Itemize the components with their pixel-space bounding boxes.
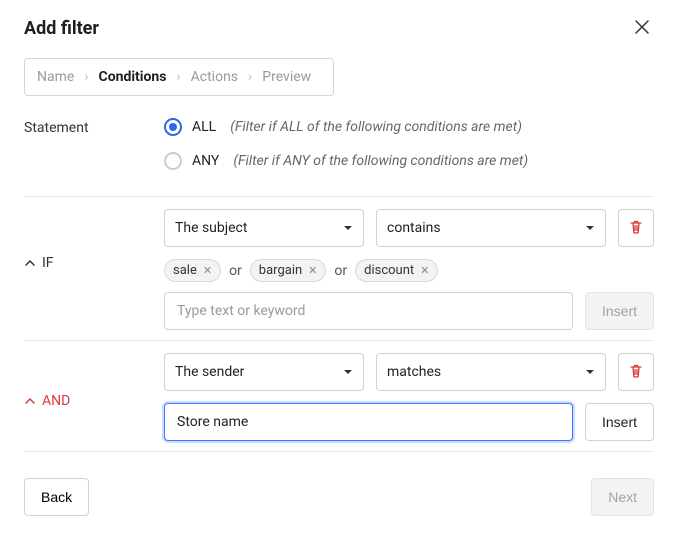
trash-icon <box>628 219 644 238</box>
caret-down-icon <box>585 367 595 377</box>
field-select[interactable]: The sender <box>164 353 364 391</box>
tag: bargain ✕ <box>250 259 327 282</box>
trash-icon <box>628 363 644 382</box>
field-value: The subject <box>175 220 247 236</box>
tag-remove-icon[interactable]: ✕ <box>420 264 429 277</box>
connector-label: AND <box>42 393 70 409</box>
step-actions[interactable]: Actions <box>191 69 238 85</box>
keyword-input[interactable] <box>164 292 573 330</box>
chevron-right-icon: › <box>84 69 88 85</box>
close-button[interactable] <box>630 16 654 40</box>
add-filter-dialog: Add filter Name › Conditions › Actions ›… <box>0 0 678 526</box>
condition-block: IF The subject contains <box>24 209 654 330</box>
insert-label: Insert <box>602 303 637 319</box>
next-label: Next <box>608 489 637 505</box>
caret-down-icon <box>343 223 353 233</box>
next-button[interactable]: Next <box>591 478 654 516</box>
operator-value: contains <box>387 220 441 236</box>
insert-label: Insert <box>602 414 637 430</box>
dialog-title: Add filter <box>24 18 99 39</box>
radio-any-label: ANY <box>192 153 219 169</box>
tag: discount ✕ <box>355 259 438 282</box>
delete-condition-button[interactable] <box>618 353 654 391</box>
insert-button[interactable]: Insert <box>585 403 654 441</box>
divider <box>24 340 654 341</box>
step-name[interactable]: Name <box>37 69 74 85</box>
tag-label: sale <box>173 263 197 278</box>
radio-any-desc: (Filter if ANY of the following conditio… <box>233 153 528 169</box>
keyword-input[interactable] <box>164 403 573 441</box>
radio-all[interactable] <box>164 118 182 136</box>
caret-down-icon <box>585 223 595 233</box>
divider <box>24 196 654 197</box>
radio-all-desc: (Filter if ALL of the following conditio… <box>230 119 522 135</box>
statement-label: Statement <box>24 118 164 136</box>
close-icon <box>635 20 649 37</box>
divider <box>24 451 654 452</box>
step-preview[interactable]: Preview <box>262 69 311 85</box>
statement-option-all[interactable]: ALL (Filter if ALL of the following cond… <box>164 118 654 136</box>
delete-condition-button[interactable] <box>618 209 654 247</box>
or-text: or <box>229 263 242 279</box>
step-indicator: Name › Conditions › Actions › Preview <box>24 58 334 96</box>
statement-option-any[interactable]: ANY (Filter if ANY of the following cond… <box>164 152 654 170</box>
chevron-right-icon: › <box>176 69 180 85</box>
tag-label: bargain <box>259 263 302 278</box>
dialog-footer: Back Next <box>24 464 654 516</box>
field-value: The sender <box>175 364 244 380</box>
chevron-up-icon <box>24 395 36 407</box>
tag-label: discount <box>364 263 414 278</box>
step-conditions[interactable]: Conditions <box>99 69 167 85</box>
tag: sale ✕ <box>164 259 221 282</box>
tag-remove-icon[interactable]: ✕ <box>203 264 212 277</box>
condition-connector[interactable]: AND <box>24 353 164 409</box>
operator-select[interactable]: contains <box>376 209 606 247</box>
radio-all-label: ALL <box>192 119 216 135</box>
back-label: Back <box>41 489 72 505</box>
or-text: or <box>334 263 347 279</box>
field-select[interactable]: The subject <box>164 209 364 247</box>
operator-select[interactable]: matches <box>376 353 606 391</box>
operator-value: matches <box>387 364 441 380</box>
tags-row: sale ✕ or bargain ✕ or discount ✕ <box>164 259 654 282</box>
connector-label: IF <box>42 255 54 271</box>
condition-block: AND The sender matches <box>24 353 654 441</box>
tag-remove-icon[interactable]: ✕ <box>308 264 317 277</box>
condition-connector[interactable]: IF <box>24 209 164 271</box>
radio-any[interactable] <box>164 152 182 170</box>
chevron-up-icon <box>24 257 36 269</box>
insert-button[interactable]: Insert <box>585 292 654 330</box>
statement-row: Statement ALL (Filter if ALL of the foll… <box>24 118 654 186</box>
caret-down-icon <box>343 367 353 377</box>
chevron-right-icon: › <box>248 69 252 85</box>
dialog-header: Add filter <box>24 16 654 58</box>
back-button[interactable]: Back <box>24 478 89 516</box>
